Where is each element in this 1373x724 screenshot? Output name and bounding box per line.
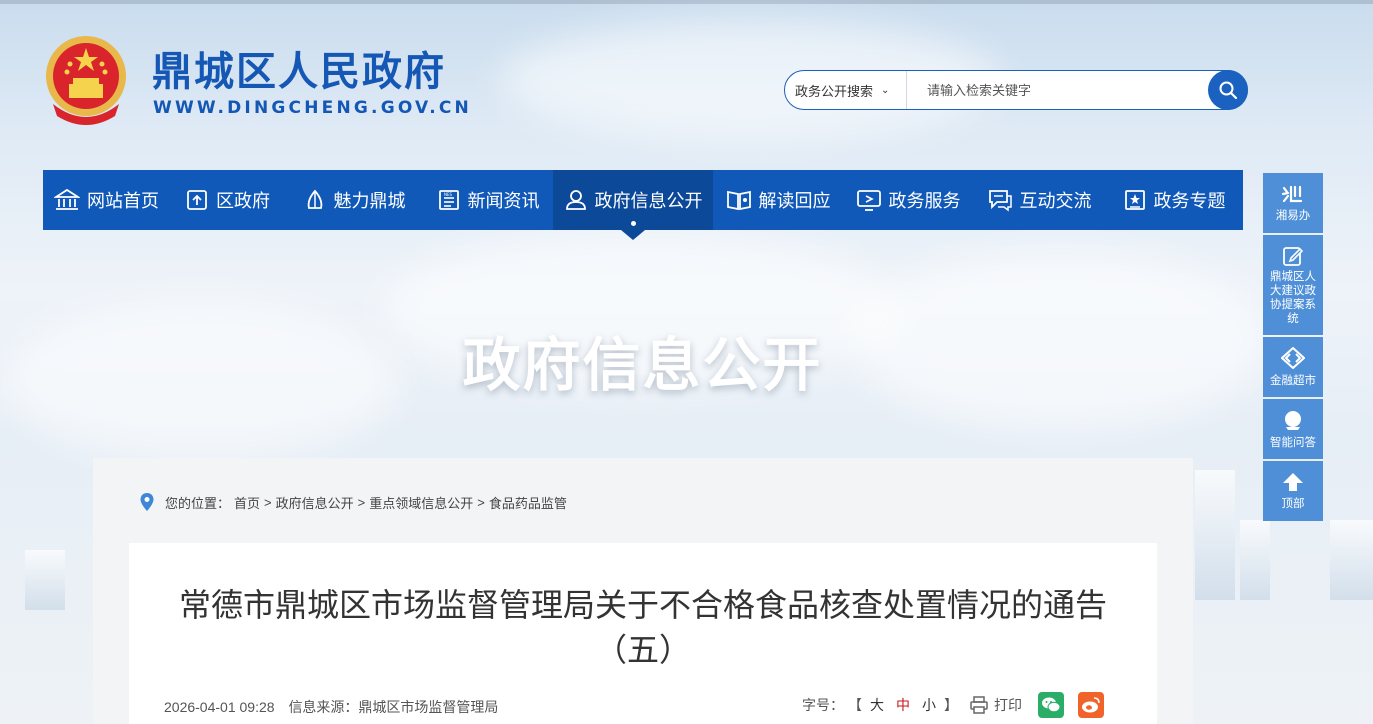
side-item-smart-qa[interactable]: 智能问答	[1263, 399, 1323, 459]
nav-label: 新闻资讯	[467, 191, 540, 211]
nav-label: 政务专题	[1153, 191, 1226, 211]
article-card: 常德市鼎城区市场监督管理局关于不合格食品核查处置情况的通告 （五） 2026-0…	[129, 543, 1157, 724]
print-button[interactable]: 打印	[970, 695, 1022, 715]
active-dot	[631, 221, 636, 226]
search-scope-label: 政务公开搜索	[795, 83, 874, 99]
bank-icon	[54, 188, 80, 210]
breadcrumb-prefix: 您的位置：	[165, 495, 231, 511]
printer-icon	[970, 696, 988, 714]
national-emblem-logo[interactable]	[43, 34, 129, 128]
xiang-icon	[1281, 185, 1303, 202]
nav-item-interaction[interactable]: 互动交流	[973, 170, 1105, 230]
location-pin-icon	[140, 493, 154, 511]
nav-item-news[interactable]: NES 新闻资讯	[423, 170, 553, 230]
print-label: 打印	[994, 697, 1022, 713]
nav-item-home[interactable]: 网站首页	[43, 170, 170, 230]
news-icon: NES	[438, 190, 459, 210]
article-meta: 2026-04-01 09:28 信息来源：鼎城区市场监督管理局	[164, 697, 508, 717]
side-item-finance-market[interactable]: 金融超市	[1263, 337, 1323, 397]
side-label: 金融超市	[1270, 374, 1316, 387]
side-item-back-to-top[interactable]: 顶部	[1263, 461, 1323, 521]
search-button[interactable]	[1208, 70, 1248, 110]
breadcrumb: 您的位置： 首页 > 政府信息公开 > 重点领域信息公开 > 食品药品监管	[139, 492, 567, 512]
search-box: 政务公开搜索 ⌄	[784, 70, 1248, 110]
nav-label: 网站首页	[87, 191, 159, 211]
nav-item-gov-info-public[interactable]: 政府信息公开	[553, 170, 713, 240]
building-icon	[187, 190, 207, 210]
side-item-proposal-system[interactable]: 鼎城区人大建议政协提案系统	[1263, 235, 1323, 335]
svg-text:NES: NES	[444, 192, 453, 197]
nav-label: 解读回应	[758, 191, 831, 211]
breadcrumb-separator: >	[357, 494, 366, 510]
sail-icon	[307, 189, 322, 209]
font-size-label: 字号：	[802, 697, 844, 713]
font-size-medium-button[interactable]: 中	[892, 695, 914, 715]
share-wechat-button[interactable]	[1038, 692, 1064, 718]
nav-label: 互动交流	[1019, 191, 1092, 211]
weibo-icon	[1082, 697, 1100, 713]
nav-item-interpretation[interactable]: 解读回应	[713, 170, 843, 230]
article-title-line1: 常德市鼎城区市场监督管理局关于不合格食品核查处置情况的通告	[178, 587, 1107, 623]
chevron-down-icon: ⌄	[881, 84, 890, 96]
nav-label: 政务服务	[888, 191, 961, 211]
search-icon	[1219, 81, 1238, 100]
nav-item-special-topics[interactable]: 政务专题	[1105, 170, 1243, 230]
badge-icon	[1124, 190, 1145, 210]
chat-icon	[988, 190, 1012, 212]
nav-item-gov-services[interactable]: 政务服务	[843, 170, 973, 230]
nav-label: 区政府	[216, 191, 270, 211]
nav-label: 魅力鼎城	[333, 191, 406, 211]
monitor-icon	[856, 190, 881, 211]
banner-title: 政府信息公开	[462, 331, 823, 399]
side-item-xiangyiban[interactable]: 湘易办	[1263, 173, 1323, 233]
breadcrumb-link-key-areas[interactable]: 重点领域信息公开	[369, 493, 473, 512]
side-label: 智能问答	[1270, 436, 1316, 449]
article-title-line2: （五）	[594, 632, 691, 668]
diamond-icon	[1281, 346, 1305, 369]
arrow-up-icon	[1283, 472, 1303, 491]
bracket-close: 】	[944, 697, 958, 713]
article-title: 常德市鼎城区市场监督管理局关于不合格食品核查处置情况的通告 （五）	[129, 583, 1157, 673]
book-icon	[726, 190, 751, 211]
main-nav: 网站首页 区政府 魅力鼎城 NES 新闻资讯 政府信息公开 解读回应 政务服务 …	[43, 170, 1243, 240]
breadcrumb-link-food-drug[interactable]: 食品药品监管	[489, 493, 567, 512]
nav-label: 政府信息公开	[594, 191, 703, 211]
site-domain: WWW.DINGCHENG.GOV.CN	[153, 98, 472, 118]
share-weibo-button[interactable]	[1078, 692, 1104, 718]
robot-icon	[1285, 410, 1301, 430]
nav-item-charm-dingcheng[interactable]: 魅力鼎城	[285, 170, 423, 230]
side-label: 鼎城区人大建议政协提案系统	[1270, 270, 1316, 325]
search-scope-select[interactable]: 政务公开搜索 ⌄	[785, 71, 907, 109]
breadcrumb-separator: >	[477, 494, 485, 510]
nav-item-district-government[interactable]: 区政府	[170, 170, 285, 230]
article-tools: 字号： 【 大 中 小 】 打印	[802, 692, 1104, 718]
wechat-icon	[1042, 697, 1061, 713]
search-input[interactable]	[907, 71, 1247, 109]
side-label: 湘易办	[1275, 209, 1311, 222]
font-size-small-button[interactable]: 小	[918, 695, 940, 715]
side-label: 顶部	[1281, 497, 1305, 510]
info-source: 信息来源：鼎城区市场监督管理局	[288, 699, 499, 715]
publish-date: 2026-04-01 09:28	[164, 699, 275, 715]
side-toolbar: 湘易办 鼎城区人大建议政协提案系统 金融超市 智能问答 顶部	[1263, 173, 1323, 523]
breadcrumb-link-gov-info[interactable]: 政府信息公开	[276, 493, 354, 512]
site-title[interactable]: 鼎城区人民政府	[152, 48, 446, 96]
font-size-large-button[interactable]: 大	[866, 695, 888, 715]
edit-icon	[1283, 246, 1304, 266]
bracket-open: 【	[848, 697, 862, 713]
person-icon	[565, 190, 586, 210]
breadcrumb-link-home[interactable]: 首页	[234, 493, 260, 512]
breadcrumb-separator: >	[264, 494, 272, 510]
